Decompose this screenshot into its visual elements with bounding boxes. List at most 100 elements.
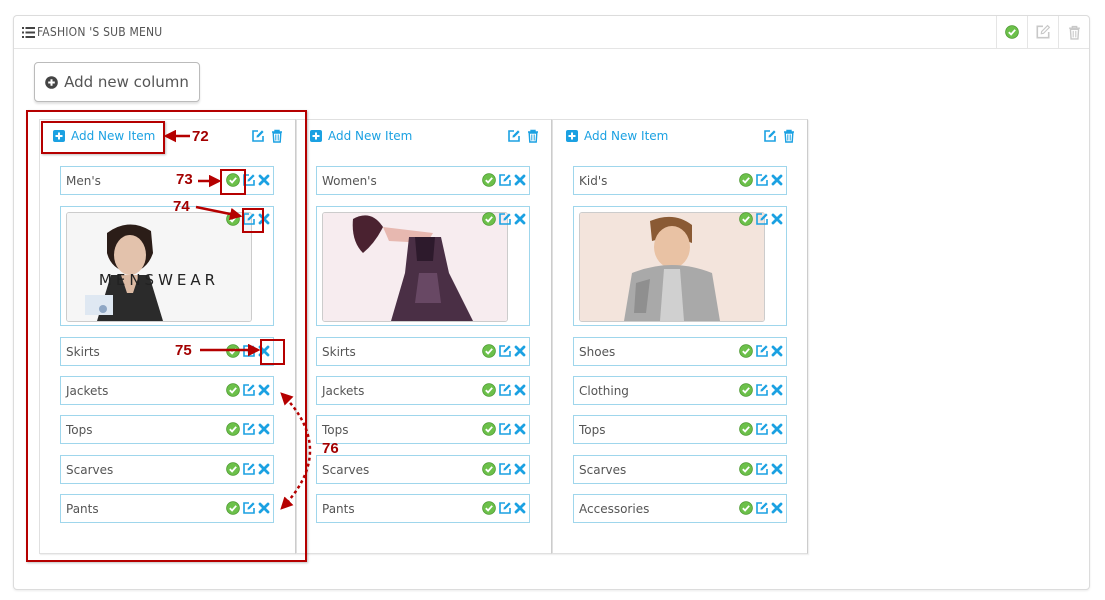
edit-icon[interactable] — [755, 344, 769, 358]
check-icon[interactable] — [739, 422, 753, 436]
panel-enable-button[interactable] — [996, 16, 1027, 48]
delete-icon[interactable] — [771, 423, 783, 435]
panel-header: FASHION 'S SUB MENU — [14, 16, 1089, 49]
check-icon[interactable] — [739, 501, 753, 515]
check-icon — [1005, 25, 1019, 39]
edit-icon[interactable] — [763, 129, 777, 143]
menu-item[interactable]: Accessories — [573, 494, 787, 523]
delete-icon[interactable] — [771, 463, 783, 475]
delete-icon[interactable] — [771, 345, 783, 357]
add-new-column-label: Add new column — [64, 73, 189, 91]
annotation-add-item-box — [41, 121, 165, 154]
delete-icon[interactable] — [771, 384, 783, 396]
column-tools — [507, 129, 539, 143]
kidswear-photo — [580, 213, 764, 321]
edit-icon[interactable] — [755, 212, 769, 226]
annotation-label-75: 75 — [175, 342, 192, 359]
menu-item[interactable]: Clothing — [573, 376, 787, 405]
edit-icon[interactable] — [755, 383, 769, 397]
delete-icon[interactable] — [771, 174, 783, 186]
menu-item[interactable]: Pants — [316, 494, 530, 523]
annotation-label-73: 73 — [176, 171, 193, 188]
menu-item[interactable]: Shoes — [573, 337, 787, 366]
edit-icon[interactable] — [498, 344, 512, 358]
edit-icon[interactable] — [498, 383, 512, 397]
menu-item[interactable]: Tops — [573, 415, 787, 444]
annotation-column-box — [26, 110, 307, 562]
menu-item-label: Scarves — [322, 463, 370, 477]
edit-icon[interactable] — [498, 501, 512, 515]
check-icon[interactable] — [482, 344, 496, 358]
image-item[interactable] — [573, 206, 787, 326]
menu-item[interactable]: Tops — [316, 415, 530, 444]
menu-item-label: Kid's — [579, 174, 608, 188]
edit-icon[interactable] — [755, 501, 769, 515]
womens-image — [322, 212, 508, 322]
menu-item-label: Jackets — [322, 384, 365, 398]
add-new-column-button[interactable]: Add new column — [34, 62, 200, 102]
trash-icon[interactable] — [527, 129, 539, 143]
menu-item[interactable]: Kid's — [573, 166, 787, 195]
delete-icon[interactable] — [771, 502, 783, 514]
check-icon[interactable] — [482, 422, 496, 436]
edit-icon[interactable] — [498, 212, 512, 226]
panel-actions — [996, 16, 1089, 48]
menu-item[interactable]: Jackets — [316, 376, 530, 405]
delete-icon[interactable] — [514, 213, 526, 225]
check-icon[interactable] — [739, 344, 753, 358]
add-new-item-button[interactable]: Add New Item — [566, 129, 668, 143]
panel-delete-button[interactable] — [1058, 16, 1089, 48]
menu-item-label: Scarves — [579, 463, 627, 477]
check-icon[interactable] — [482, 501, 496, 515]
trash-icon[interactable] — [783, 129, 795, 143]
womenswear-photo — [323, 213, 507, 321]
menu-item-label: Tops — [579, 423, 606, 437]
annotation-check-box — [220, 169, 246, 195]
edit-icon[interactable] — [755, 422, 769, 436]
delete-icon[interactable] — [514, 345, 526, 357]
delete-icon[interactable] — [514, 174, 526, 186]
menu-item-label: Clothing — [579, 384, 629, 398]
menu-item-label: Accessories — [579, 502, 650, 516]
plus-square-icon — [310, 130, 322, 142]
annotation-label-72: 72 — [192, 128, 209, 145]
edit-icon[interactable] — [755, 462, 769, 476]
delete-icon[interactable] — [514, 384, 526, 396]
delete-icon[interactable] — [514, 502, 526, 514]
kids-image — [579, 212, 765, 322]
plus-square-icon — [566, 130, 578, 142]
edit-icon — [1036, 24, 1051, 39]
delete-icon[interactable] — [514, 423, 526, 435]
menu-item[interactable]: Skirts — [316, 337, 530, 366]
menu-item-label: Tops — [322, 423, 349, 437]
check-icon[interactable] — [739, 212, 753, 226]
check-icon[interactable] — [482, 462, 496, 476]
check-icon[interactable] — [739, 173, 753, 187]
check-icon[interactable] — [739, 383, 753, 397]
trash-icon — [1068, 25, 1080, 40]
edit-icon[interactable] — [755, 173, 769, 187]
add-new-item-label: Add New Item — [584, 129, 669, 143]
delete-icon[interactable] — [771, 213, 783, 225]
check-icon[interactable] — [482, 212, 496, 226]
panel-edit-button[interactable] — [1027, 16, 1058, 48]
panel-title-wrap: FASHION 'S SUB MENU — [22, 25, 162, 39]
menu-item-label: Women's — [322, 174, 377, 188]
menu-item-label: Skirts — [322, 345, 356, 359]
check-icon[interactable] — [482, 173, 496, 187]
menu-item[interactable]: Scarves — [573, 455, 787, 484]
check-icon[interactable] — [482, 383, 496, 397]
annotation-delete-box — [260, 339, 285, 365]
delete-icon[interactable] — [514, 463, 526, 475]
add-new-item-button[interactable]: Add New Item — [310, 129, 412, 143]
edit-icon[interactable] — [498, 462, 512, 476]
plus-circle-icon — [45, 75, 58, 89]
image-item[interactable] — [316, 206, 530, 326]
check-icon[interactable] — [739, 462, 753, 476]
edit-icon[interactable] — [507, 129, 521, 143]
annotation-label-76: 76 — [322, 440, 339, 457]
menu-item[interactable]: Scarves — [316, 455, 530, 484]
edit-icon[interactable] — [498, 422, 512, 436]
menu-item[interactable]: Women's — [316, 166, 530, 195]
edit-icon[interactable] — [498, 173, 512, 187]
